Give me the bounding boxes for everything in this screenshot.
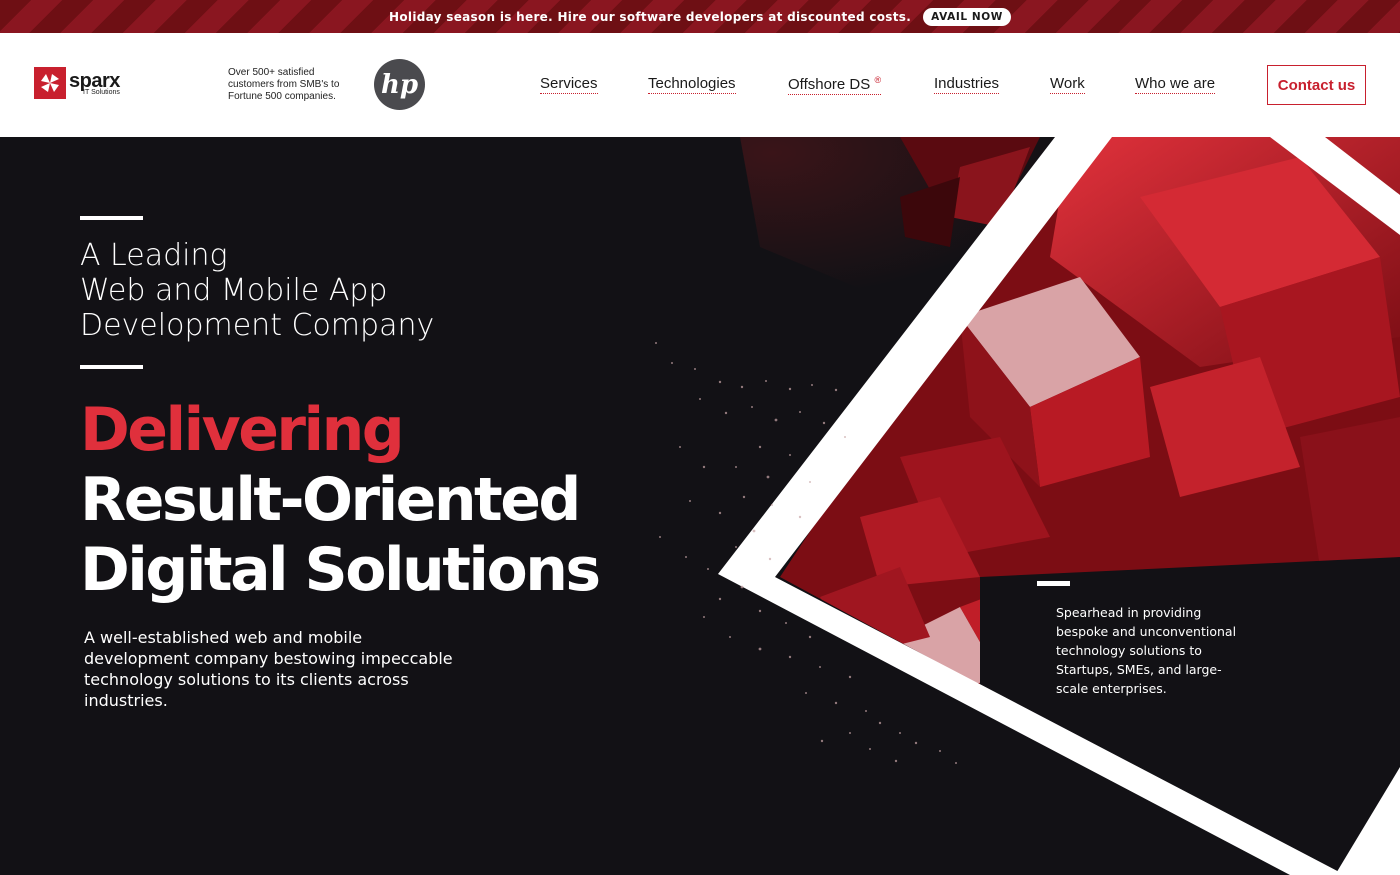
nav-industries[interactable]: Industries (934, 75, 1000, 94)
nav-technologies[interactable]: Technologies (648, 75, 736, 94)
promo-bar: Holiday season is here. Hire our softwar… (0, 0, 1400, 33)
side-description: Spearhead in providing bespoke and uncon… (1056, 605, 1237, 696)
nav-technologies-label: Technologies (648, 75, 736, 92)
hero-description: A well-established web and mobile develo… (84, 628, 453, 710)
headline-red: Delivering (80, 395, 405, 465)
lead-line-1: A Leading (80, 238, 228, 273)
nav-services-label: Services (540, 75, 598, 92)
contact-us-button[interactable]: Contact us (1267, 65, 1366, 105)
nav-offshore-ds[interactable]: Offshore DS ® (788, 75, 882, 95)
nav-who-we-are[interactable]: Who we are (1135, 75, 1216, 94)
nav-work[interactable]: Work (1050, 75, 1085, 94)
hero-headline: Delivering Result-Oriented Digital Solut… (80, 395, 601, 605)
side-rule (1037, 581, 1070, 586)
headline-line-1: Result-Oriented (80, 465, 581, 535)
middle-rule (80, 365, 143, 369)
hero-section: A Leading Web and Mobile App Development… (0, 137, 1400, 875)
main-nav: Services Technologies Offshore DS ® Indu… (0, 75, 1400, 99)
nav-offshore-ds-label: Offshore DS (788, 76, 871, 93)
nav-who-we-are-label: Who we are (1135, 75, 1216, 92)
headline-line-2: Digital Solutions (80, 535, 601, 605)
lead-line-3: Development Company (80, 308, 435, 343)
top-rule (80, 216, 143, 220)
nav-services[interactable]: Services (540, 75, 598, 94)
avail-now-button[interactable]: AVAIL NOW (923, 7, 1011, 26)
registered-mark: ® (874, 75, 882, 85)
site-header: sparx IT Solutions Over 500+ satisfied c… (0, 33, 1400, 137)
nav-industries-label: Industries (934, 75, 1000, 92)
promo-text: Holiday season is here. Hire our softwar… (389, 9, 912, 24)
lead-line-2: Web and Mobile App (80, 273, 388, 308)
nav-work-label: Work (1050, 75, 1085, 92)
hero-lead: A Leading Web and Mobile App Development… (80, 238, 434, 343)
